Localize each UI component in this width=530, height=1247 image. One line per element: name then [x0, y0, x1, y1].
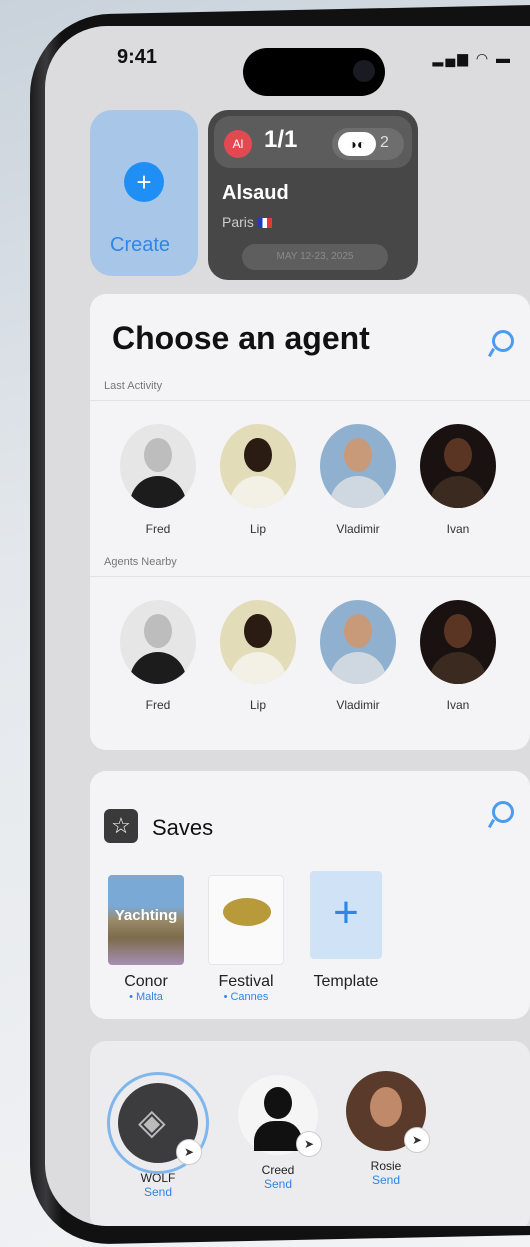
save-item-template[interactable]: + Template: [304, 871, 388, 991]
agent-name: Ivan: [446, 698, 470, 712]
save-item-festival[interactable]: Festival • Cannes: [204, 875, 288, 1003]
contact-name: Creed: [261, 1163, 295, 1177]
wolf-icon: ◈: [138, 1101, 166, 1142]
contacts-dock: ◈ ➤ WOLF Send ➤ Creed Send ➤ Rosie Send: [90, 1041, 530, 1226]
avatar: [320, 600, 396, 684]
contact-wolf[interactable]: ◈ ➤ WOLF Send: [108, 1083, 208, 1199]
search-icon[interactable]: [492, 801, 514, 823]
thumbnail-text: Yachting: [114, 907, 178, 924]
agent-lip[interactable]: Lip: [208, 424, 308, 536]
companions-pill[interactable]: ◑◐ 2: [332, 128, 404, 160]
agent-name: Fred: [145, 522, 171, 536]
saves-card: ☆ Saves Yachting Conor • Malta Festival …: [90, 771, 530, 1019]
avatar: [320, 424, 396, 508]
save-name: Conor: [124, 973, 168, 990]
agent-lip[interactable]: Lip: [208, 600, 308, 712]
trip-count: 1/1: [264, 126, 298, 153]
saves-title: Saves: [152, 815, 214, 840]
contact-name: Rosie: [370, 1159, 402, 1173]
send-link[interactable]: Send: [336, 1173, 436, 1187]
agent-fred[interactable]: Fred: [108, 424, 208, 536]
send-icon[interactable]: ➤: [296, 1131, 322, 1157]
star-icon: ☆: [104, 809, 138, 843]
divider: [90, 576, 530, 577]
avatar: [120, 424, 196, 508]
agent-fred[interactable]: Fred: [108, 600, 208, 712]
status-bar: 9:41 ▂▄▆ ◠ ▬: [45, 26, 530, 96]
trip-header: Al 1/1 ◑◐ 2: [214, 116, 412, 168]
send-icon[interactable]: ➤: [176, 1139, 202, 1165]
agents-card: Choose an agent Last Activity Fred Lip V…: [90, 294, 530, 750]
create-button[interactable]: + Create: [90, 110, 198, 276]
agent-name: Ivan: [446, 522, 470, 536]
companions-count: 2: [380, 134, 389, 151]
agent-name: Vladimir: [336, 522, 380, 536]
contact-name: WOLF: [140, 1171, 176, 1185]
person-silhouette-icon: [264, 1087, 292, 1119]
last-activity-row: Fred Lip Vladimir Ivan: [108, 424, 508, 536]
send-link[interactable]: Send: [228, 1177, 328, 1191]
contact-creed[interactable]: ➤ Creed Send: [228, 1075, 328, 1191]
agent-name: Lip: [249, 522, 266, 536]
status-time: 9:41: [117, 46, 158, 68]
avatar: ➤: [346, 1071, 430, 1153]
trip-name: Alsaud: [222, 182, 289, 204]
trip-date: MAY 12-23, 2025: [242, 244, 388, 270]
companions-icon: ◑◐: [338, 132, 376, 156]
agents-nearby-label: Agents Nearby: [104, 556, 177, 568]
agent-name: Fred: [145, 698, 171, 712]
plus-icon: +: [124, 162, 164, 202]
avatar: ◈ ➤: [118, 1083, 202, 1165]
agents-title: Choose an agent: [112, 320, 370, 356]
dynamic-island: [243, 48, 385, 96]
save-item-conor[interactable]: Yachting Conor • Malta: [104, 875, 188, 1003]
agent-ivan[interactable]: Ivan: [408, 600, 508, 712]
save-thumbnail: [208, 875, 284, 965]
search-icon[interactable]: [492, 330, 514, 352]
create-label: Create: [110, 234, 171, 256]
user-avatar: Al: [224, 130, 252, 158]
avatar: ➤: [238, 1075, 322, 1157]
divider: [90, 400, 530, 401]
festival-logo-icon: [223, 898, 271, 926]
france-flag-icon: [257, 218, 272, 229]
avatar: [420, 600, 496, 684]
agents-nearby-row: Fred Lip Vladimir Ivan: [108, 600, 508, 712]
save-name: Template: [313, 973, 379, 990]
save-location: • Cannes: [223, 991, 269, 1003]
save-location: • Malta: [129, 991, 163, 1003]
phone-screen: 9:41 ▂▄▆ ◠ ▬ + Create Al 1/1 ◑◐ 2 Alsaud…: [45, 26, 530, 1226]
agent-vladimir[interactable]: Vladimir: [308, 424, 408, 536]
trip-city: Paris: [222, 214, 272, 230]
save-thumbnail: Yachting: [108, 875, 184, 965]
last-activity-label: Last Activity: [104, 380, 163, 392]
send-link[interactable]: Send: [108, 1185, 208, 1199]
avatar: [220, 600, 296, 684]
agent-vladimir[interactable]: Vladimir: [308, 600, 408, 712]
agent-name: Lip: [249, 698, 266, 712]
avatar: [420, 424, 496, 508]
avatar: [120, 600, 196, 684]
signal-wifi-battery-icon: ▂▄▆ ◠ ▬: [432, 50, 512, 66]
save-name: Festival: [218, 973, 274, 990]
agent-ivan[interactable]: Ivan: [408, 424, 508, 536]
contact-rosie[interactable]: ➤ Rosie Send: [336, 1071, 436, 1187]
plus-icon: +: [310, 871, 382, 959]
avatar: [220, 424, 296, 508]
agent-name: Vladimir: [336, 698, 380, 712]
camera-icon: [353, 60, 375, 82]
trip-card[interactable]: Al 1/1 ◑◐ 2 Alsaud Paris MAY 12-23, 2025: [208, 110, 418, 280]
send-icon[interactable]: ➤: [404, 1127, 430, 1153]
